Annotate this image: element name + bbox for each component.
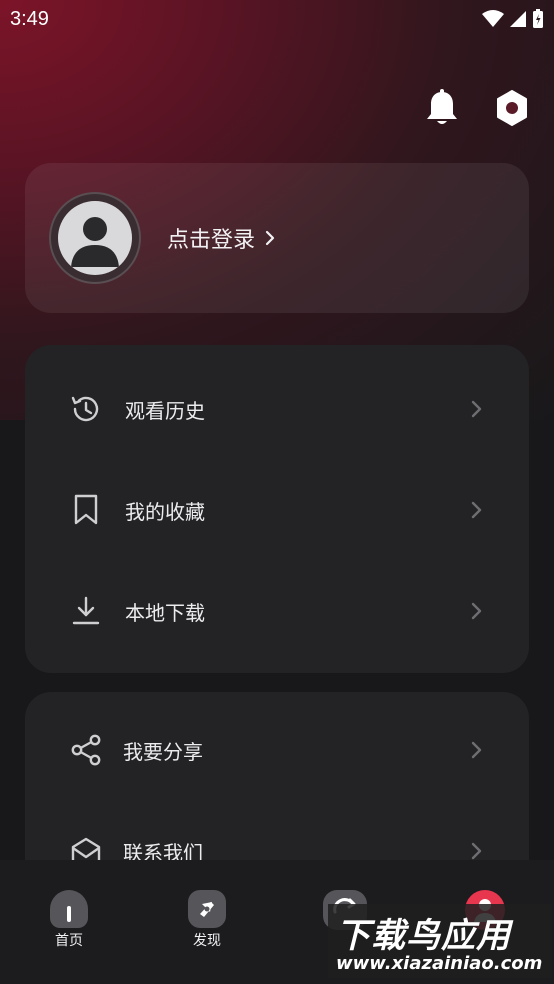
- chevron-right-icon: [471, 842, 482, 860]
- watermark-title: 下载鸟应用: [336, 916, 511, 956]
- signal-icon: [510, 11, 526, 27]
- compass-icon: [188, 890, 226, 928]
- nav-tab-home[interactable]: 首页: [34, 890, 104, 950]
- chevron-right-icon: [471, 741, 482, 759]
- login-card[interactable]: 点击登录: [25, 163, 529, 313]
- menu-label: 我的收藏: [125, 499, 205, 524]
- share-icon: [69, 733, 103, 767]
- menu-label: 观看历史: [125, 398, 205, 423]
- menu-group-primary: 观看历史 我的收藏 本地下载: [25, 345, 529, 673]
- avatar[interactable]: [49, 192, 141, 284]
- menu-item-share[interactable]: 我要分享: [25, 720, 529, 780]
- history-icon: [69, 392, 103, 426]
- status-bar: 3:49: [0, 0, 554, 38]
- chevron-right-icon: [471, 602, 482, 620]
- notification-button[interactable]: [422, 88, 462, 128]
- chevron-right-icon: [471, 501, 482, 519]
- bell-icon: [427, 89, 457, 124]
- download-icon: [69, 594, 103, 628]
- status-time: 3:49: [10, 7, 49, 30]
- wifi-icon: [482, 10, 504, 27]
- watermark-url: www.xiazainiao.com: [336, 953, 543, 974]
- default-avatar-icon: [58, 201, 132, 275]
- nav-tab-discover[interactable]: 发现: [172, 890, 242, 950]
- top-actions: [422, 88, 532, 128]
- home-icon: [50, 890, 88, 928]
- battery-icon: [533, 9, 543, 28]
- nav-label: 首页: [55, 933, 83, 949]
- login-link[interactable]: 点击登录: [167, 222, 275, 254]
- menu-item-history[interactable]: 观看历史: [25, 379, 529, 439]
- status-icons: [482, 9, 544, 29]
- settings-button[interactable]: [492, 88, 532, 128]
- chevron-right-icon: [471, 400, 482, 418]
- menu-label: 我要分享: [123, 739, 203, 764]
- menu-item-downloads[interactable]: 本地下载: [25, 581, 529, 641]
- menu-item-favorites[interactable]: 我的收藏: [25, 480, 529, 540]
- login-label: 点击登录: [167, 228, 256, 253]
- bookmark-icon: [69, 493, 103, 527]
- chevron-right-icon: [265, 230, 275, 246]
- gear-icon: [497, 90, 527, 126]
- watermark: 下载鸟应用 www.xiazainiao.com: [328, 904, 552, 978]
- menu-label: 本地下载: [125, 600, 205, 625]
- nav-label: 发现: [193, 933, 221, 949]
